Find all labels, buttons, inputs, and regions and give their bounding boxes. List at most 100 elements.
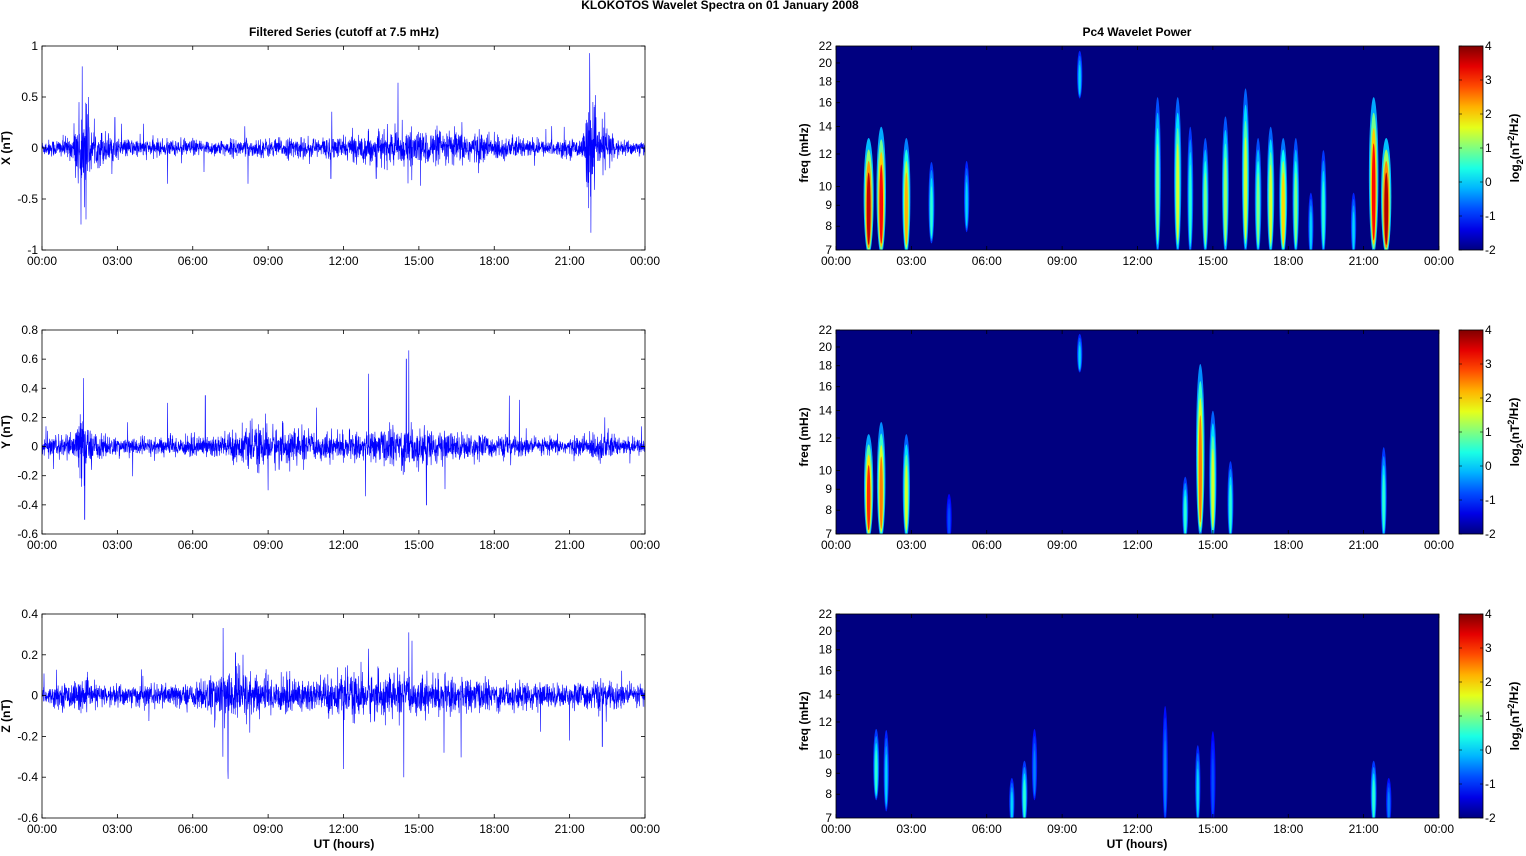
right-xlabel: UT (hours) xyxy=(1107,837,1168,851)
power-burst xyxy=(1078,345,1081,370)
y-axis-label: freq (mHz) xyxy=(797,407,811,466)
y-axis-label: freq (mHz) xyxy=(797,123,811,182)
x-tick-label: 21:00 xyxy=(1349,254,1379,268)
x-tick-label: 00:00 xyxy=(821,538,851,552)
wavelet-panel-y: 7891012141618202200:00 03:00 06:00 09:00 12:… xyxy=(797,323,1525,552)
y-tick-label: 12 xyxy=(819,715,833,729)
y-tick-label: 16 xyxy=(819,96,833,110)
y-tick-label: 16 xyxy=(819,664,833,678)
y-tick-label: 8 xyxy=(825,503,832,517)
power-burst xyxy=(1198,415,1202,523)
x-tick-label: 03:00 xyxy=(896,254,926,268)
x-tick-label: 21:00 xyxy=(1349,822,1379,836)
colorbar-tick-label: -1 xyxy=(1485,493,1496,507)
power-burst xyxy=(904,172,908,245)
power-burst xyxy=(1184,495,1187,534)
power-burst xyxy=(1189,164,1192,244)
power-burst xyxy=(1196,768,1199,818)
x-tick-label: 00:00 xyxy=(1424,538,1454,552)
x-tick-label: 18:00 xyxy=(479,822,509,836)
colorbar-tick-label: -2 xyxy=(1485,811,1496,825)
x-tick-label: 00:00 xyxy=(630,538,660,552)
x-tick-label: 03:00 xyxy=(896,822,926,836)
power-burst xyxy=(1387,791,1390,818)
colorbar-tick-label: 4 xyxy=(1485,39,1492,53)
x-tick-label: 21:00 xyxy=(1349,538,1379,552)
y-tick-label: 18 xyxy=(819,359,833,373)
x-tick-label: 06:00 xyxy=(972,538,1002,552)
power-burst xyxy=(1229,484,1232,534)
y-tick-label: 10 xyxy=(819,179,833,193)
y-tick-label: 0.4 xyxy=(21,607,38,621)
power-burst xyxy=(879,456,883,529)
y-axis-label: Z (nT) xyxy=(0,699,13,732)
colorbar-tick-label: -1 xyxy=(1485,777,1496,791)
x-tick-label: 15:00 xyxy=(404,254,434,268)
x-tick-label: 03:00 xyxy=(896,538,926,552)
x-tick-label: 00:00 xyxy=(630,822,660,836)
y-tick-label: 0.2 xyxy=(21,648,38,662)
x-tick-label: 06:00 xyxy=(972,822,1002,836)
y-tick-label: 10 xyxy=(819,463,833,477)
left-xlabel: UT (hours) xyxy=(314,837,375,851)
power-burst xyxy=(1309,211,1312,250)
left-column-title: Filtered Series (cutoff at 7.5 mHz) xyxy=(249,25,439,39)
x-tick-label: 00:00 xyxy=(27,254,57,268)
power-burst xyxy=(948,507,951,534)
x-tick-label: 00:00 xyxy=(821,822,851,836)
y-tick-label: 0.6 xyxy=(21,352,38,366)
power-burst xyxy=(1382,474,1385,532)
power-burst xyxy=(1371,143,1376,241)
y-tick-label: 1 xyxy=(31,39,38,53)
colorbar-label: log2(nT2/Hz) xyxy=(1506,682,1525,751)
y-tick-label: 0.4 xyxy=(21,381,38,395)
x-tick-label: 15:00 xyxy=(1198,538,1228,552)
y-tick-label: 0 xyxy=(31,141,38,155)
colorbar xyxy=(1458,613,1484,819)
y-tick-label: 18 xyxy=(819,643,833,657)
colorbar-tick-label: 3 xyxy=(1485,641,1492,655)
power-burst xyxy=(1269,164,1273,244)
power-burst xyxy=(930,186,933,237)
y-axis-label: Y (nT) xyxy=(0,415,13,449)
colorbar-tick-label: 4 xyxy=(1485,323,1492,337)
timeseries-panel-z: -0.6-0.4-0.200.20.400:00 03:00 06:00 09:00 1… xyxy=(0,607,660,836)
y-tick-label: 10 xyxy=(819,747,833,761)
power-burst xyxy=(1224,157,1227,243)
power-burst xyxy=(1211,758,1214,816)
x-tick-label: 03:00 xyxy=(102,538,132,552)
x-tick-label: 00:00 xyxy=(27,538,57,552)
x-tick-label: 12:00 xyxy=(328,538,358,552)
x-tick-label: 12:00 xyxy=(1122,538,1152,552)
power-burst xyxy=(866,465,871,531)
y-axis-label: X (nT) xyxy=(0,131,13,165)
colorbar-tick-label: 0 xyxy=(1485,175,1492,189)
power-burst xyxy=(879,164,884,244)
power-burst xyxy=(1164,740,1167,813)
x-tick-label: 06:00 xyxy=(178,538,208,552)
colorbar-tick-label: 3 xyxy=(1485,73,1492,87)
colorbar-tick-label: -2 xyxy=(1485,527,1496,541)
y-tick-label: 14 xyxy=(819,120,833,134)
y-tick-label: 22 xyxy=(819,39,833,53)
power-burst xyxy=(904,465,908,531)
colorbar-label-part: /Hz) xyxy=(1507,682,1521,704)
x-tick-label: 18:00 xyxy=(479,538,509,552)
power-burst xyxy=(1010,791,1013,818)
x-tick-label: 15:00 xyxy=(404,538,434,552)
timeseries-panel-y: -0.6-0.4-0.200.20.40.60.800:00 03:00 06:00… xyxy=(0,323,660,552)
y-tick-label: 14 xyxy=(819,688,833,702)
x-tick-label: 09:00 xyxy=(1047,254,1077,268)
y-tick-label: -0.5 xyxy=(17,192,38,206)
colorbar-label: log2(nT2/Hz) xyxy=(1506,114,1525,183)
colorbar-tick-label: 2 xyxy=(1485,391,1492,405)
colorbar xyxy=(1458,329,1484,535)
y-tick-label: 12 xyxy=(819,431,833,445)
y-tick-label: -0.2 xyxy=(17,469,38,483)
wavelet-panel-x: 7891012141618202200:00 03:00 06:00 09:00 12:… xyxy=(797,39,1525,268)
power-burst xyxy=(1384,172,1389,245)
x-tick-label: 18:00 xyxy=(1273,254,1303,268)
colorbar-tick-label: 3 xyxy=(1485,357,1492,371)
colorbar-tick-label: -1 xyxy=(1485,209,1496,223)
spectrogram-background xyxy=(836,330,1439,534)
